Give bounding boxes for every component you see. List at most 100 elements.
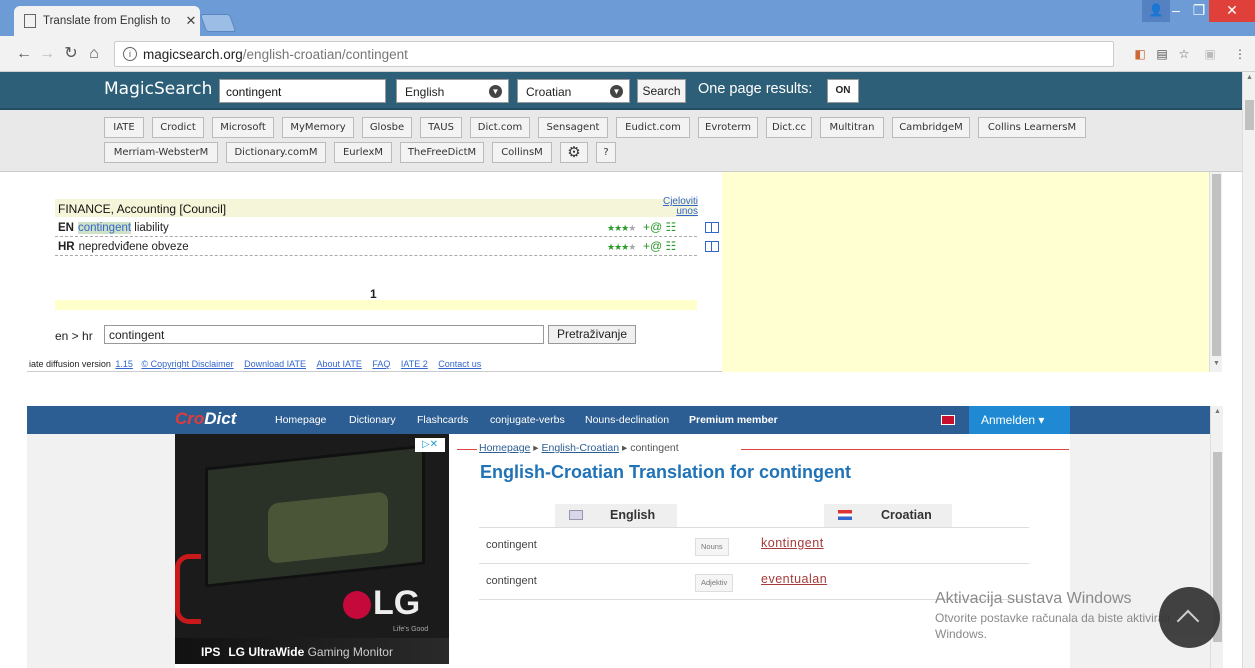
dict-button-cambridge[interactable]: CambridgeM — [892, 117, 970, 138]
iate-side-panel — [722, 172, 1209, 372]
new-tab-button[interactable] — [199, 14, 237, 32]
magicsearch-logo[interactable]: MagicSearch — [104, 79, 212, 99]
book-icon[interactable] — [705, 241, 719, 252]
lg-logo: LG — [343, 584, 420, 623]
book-icon[interactable] — [705, 222, 719, 233]
column-croatian[interactable]: Croatian — [824, 504, 952, 527]
tab-title: Translate from English to — [43, 15, 171, 27]
breadcrumb-home[interactable]: Homepage — [479, 442, 530, 454]
target-language-value: Croatian — [526, 85, 572, 99]
home-icon[interactable]: ⌂ — [84, 44, 104, 64]
dict-button-eurlex[interactable]: EurlexM — [334, 142, 392, 163]
scroll-up-icon[interactable]: ▲ — [1243, 74, 1255, 81]
dict-button-collins[interactable]: CollinsM — [492, 142, 552, 163]
iate-scrollbar[interactable]: ▼ — [1209, 172, 1222, 372]
breadcrumb-pair[interactable]: English-Croatian — [541, 442, 619, 454]
one-page-toggle[interactable]: ON — [827, 79, 859, 103]
dict-button-eudict[interactable]: Eudict.com — [616, 117, 690, 138]
close-tab-icon[interactable]: ✕ — [182, 13, 200, 29]
term-highlight[interactable]: contingent — [77, 222, 132, 234]
login-dropdown[interactable]: Anmelden ▾ — [969, 406, 1070, 434]
faq-link[interactable]: FAQ — [372, 359, 390, 369]
dict-button-collins-learners[interactable]: Collins LearnersM — [978, 117, 1086, 138]
contact-link[interactable]: Contact us — [438, 359, 481, 369]
source-language-select[interactable]: English ▼ — [396, 79, 509, 103]
menu-icon[interactable]: ⋮ — [1232, 47, 1248, 61]
dict-button-crodict[interactable]: Crodict — [152, 117, 204, 138]
crodict-navbar: CroDict Homepage Dictionary Flashcards c… — [27, 406, 1210, 434]
nav-nouns-declination[interactable]: Nouns-declination — [585, 414, 669, 426]
scroll-up-icon[interactable]: ▲ — [1211, 408, 1224, 415]
extension-icon[interactable]: ◧ — [1132, 47, 1148, 61]
dict-button-dictionary-com[interactable]: Dictionary.comM — [226, 142, 326, 163]
ad-choices-icon[interactable]: ▷✕ — [415, 438, 445, 452]
pagination-number[interactable]: 1 — [370, 287, 377, 301]
target-language-select[interactable]: Croatian ▼ — [517, 79, 630, 103]
url-path: /english-croatian/contingent — [242, 46, 408, 62]
source-language-value: English — [405, 85, 445, 99]
dict-button-merriam-webster[interactable]: Merriam-WebsterM — [104, 142, 218, 163]
dict-button-mymemory[interactable]: MyMemory — [282, 117, 354, 138]
croatian-term-link[interactable]: eventualan — [761, 572, 827, 586]
iate-search-input[interactable]: contingent — [104, 325, 544, 344]
dict-button-dict-com[interactable]: Dict.com — [470, 117, 530, 138]
lang-code: EN — [58, 222, 74, 234]
watermark-text: Otvorite postavke računala da biste akti… — [935, 611, 1170, 641]
page-scrollbar[interactable]: ▲ — [1242, 72, 1255, 668]
extension-2-icon[interactable]: ▣ — [1202, 47, 1218, 61]
dict-button-iate[interactable]: IATE — [104, 117, 144, 138]
croatian-term-link[interactable]: kontingent — [761, 536, 824, 550]
nav-flashcards[interactable]: Flashcards — [417, 414, 468, 426]
copyright-link[interactable]: © Copyright Disclaimer — [141, 359, 233, 369]
dict-button-sensagent[interactable]: Sensagent — [538, 117, 608, 138]
uk-flag-icon[interactable] — [941, 415, 955, 425]
dict-button-microsoft[interactable]: Microsoft — [212, 117, 274, 138]
term-action-icons[interactable]: +@ ☷ — [643, 239, 676, 254]
version-link[interactable]: 1.15 — [115, 359, 133, 369]
browser-tab[interactable]: Translate from English to ✕ — [14, 6, 200, 36]
iate-scrollbar-thumb[interactable] — [1212, 174, 1221, 356]
direction-label: en > hr — [55, 329, 93, 343]
dict-button-multitran[interactable]: Multitran — [820, 117, 884, 138]
left-margin — [27, 434, 175, 668]
download-iate-link[interactable]: Download IATE — [244, 359, 306, 369]
nav-premium-member[interactable]: Premium member — [689, 414, 778, 426]
watermark-title: Aktivacija sustava Windows — [935, 590, 1132, 607]
reload-icon[interactable]: ↻ — [61, 44, 81, 64]
dict-button-evroterm[interactable]: Evroterm — [698, 117, 758, 138]
search-button[interactable]: Search — [637, 79, 686, 103]
gear-icon[interactable]: ⚙ — [560, 142, 588, 163]
info-icon[interactable]: i — [123, 47, 137, 61]
term-action-icons[interactable]: +@ ☷ — [643, 220, 676, 235]
dict-button-taus[interactable]: TAUS — [420, 117, 462, 138]
forward-icon[interactable]: → — [37, 44, 57, 64]
nav-dictionary[interactable]: Dictionary — [349, 414, 396, 426]
close-window-button[interactable]: ✕ — [1209, 0, 1255, 22]
advertisement[interactable]: ▷✕ LG Life's Good IPS LG UltraWide Gaming… — [175, 434, 449, 664]
iate2-link[interactable]: IATE 2 — [401, 359, 428, 369]
full-entry-link[interactable]: Cjeloviti unos — [654, 197, 698, 217]
search-input[interactable]: contingent — [219, 79, 386, 103]
address-bar[interactable]: i magicsearch.org/english-croatian/conti… — [114, 41, 1114, 67]
bookmark-star-icon[interactable]: ☆ — [1176, 47, 1192, 61]
dict-button-glosbe[interactable]: Glosbe — [362, 117, 412, 138]
caret-down-icon: ▾ — [1038, 413, 1045, 427]
translate-icon[interactable]: ▤ — [1154, 47, 1170, 61]
back-icon[interactable]: ← — [14, 44, 34, 64]
ad-slogan: Life's Good — [393, 626, 429, 633]
iate-search-button[interactable]: Pretraživanje — [548, 325, 636, 344]
page-scrollbar-thumb[interactable] — [1245, 100, 1254, 130]
lang-code: HR — [58, 241, 75, 253]
breadcrumb: Homepage ▸ English-Croatian ▸ contingent — [479, 442, 679, 454]
column-english[interactable]: English — [555, 504, 677, 527]
windows-activation-watermark: Aktivacija sustava Windows Otvorite post… — [935, 590, 1170, 642]
dict-button-thefreedict[interactable]: TheFreeDictM — [400, 142, 484, 163]
about-iate-link[interactable]: About IATE — [317, 359, 362, 369]
nav-homepage[interactable]: Homepage — [275, 414, 326, 426]
dict-button-dict-cc[interactable]: Dict.cc — [766, 117, 812, 138]
nav-conjugate-verbs[interactable]: conjugate-verbs — [490, 414, 565, 426]
scroll-to-top-button[interactable] — [1159, 587, 1220, 648]
scroll-down-icon[interactable]: ▼ — [1210, 360, 1223, 367]
help-button[interactable]: ? — [596, 142, 616, 163]
crodict-logo[interactable]: CroDict — [175, 409, 236, 429]
